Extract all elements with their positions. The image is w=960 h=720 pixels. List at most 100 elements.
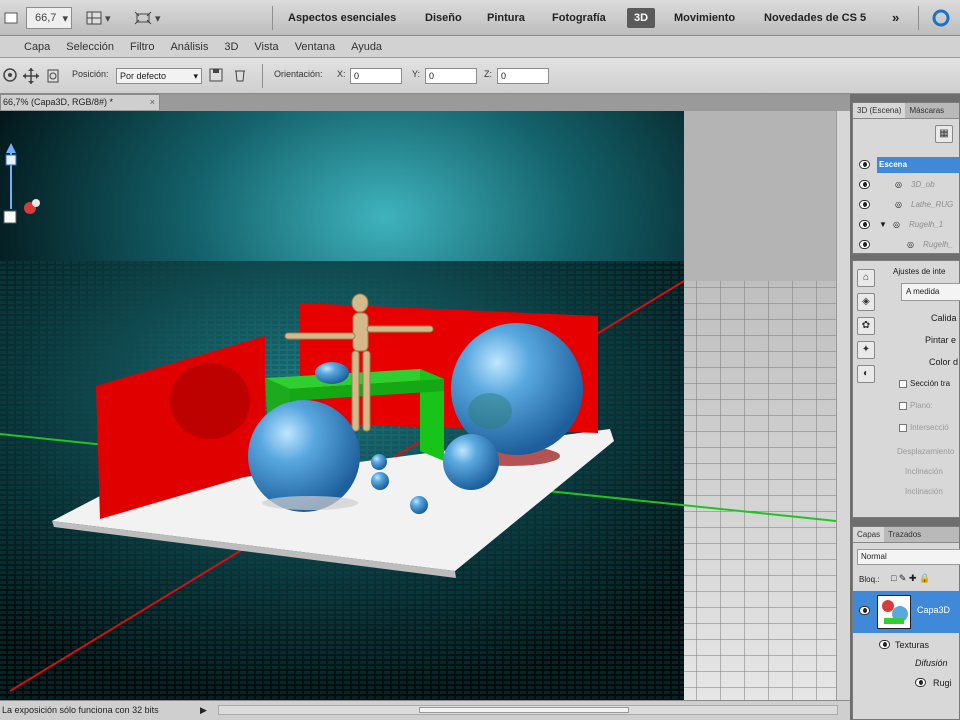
rotate-3d-icon[interactable] bbox=[2, 67, 18, 86]
lock-label: Bloq.: bbox=[859, 575, 880, 584]
filter-scene-button[interactable]: ▦ bbox=[935, 125, 953, 143]
delete-view-icon[interactable] bbox=[232, 67, 248, 86]
eye-icon[interactable] bbox=[859, 160, 870, 169]
preset-select[interactable]: Por defecto ▾ bbox=[116, 68, 202, 84]
x-field[interactable]: 0 bbox=[350, 68, 402, 84]
mesh-row[interactable]: ◎ Rugelh_ bbox=[853, 235, 960, 255]
chevron-down-icon: ▾ bbox=[155, 12, 161, 25]
tab-layers[interactable]: Capas bbox=[853, 527, 885, 542]
mesh-label: 3D_ob bbox=[911, 180, 935, 189]
eye-icon[interactable] bbox=[859, 180, 870, 189]
view-extras-button[interactable]: ▾ bbox=[86, 7, 111, 29]
canvas-3d-viewport[interactable]: vid bbox=[0, 111, 836, 700]
scene-label: Escena bbox=[877, 157, 960, 173]
save-view-icon[interactable] bbox=[208, 67, 224, 86]
chevron-down-icon: ▾ bbox=[62, 12, 68, 25]
canvas-vertical-scrollbar[interactable] bbox=[836, 111, 850, 700]
eye-icon[interactable] bbox=[859, 220, 870, 229]
document-tab[interactable]: 66,7% (Capa3D, RGB/8#) * × bbox=[0, 94, 160, 110]
menu-select[interactable]: Selección bbox=[58, 41, 122, 53]
y-label: Y: bbox=[412, 69, 421, 79]
chevron-down-icon: ▾ bbox=[193, 71, 198, 81]
mesh-label: Rugelh_1 bbox=[909, 220, 944, 229]
menu-layer[interactable]: Capa bbox=[0, 41, 58, 53]
screen-mode-icon bbox=[134, 11, 152, 25]
tab-masks[interactable]: Máscaras bbox=[905, 103, 948, 118]
diffuse-row[interactable]: Difusión bbox=[853, 653, 960, 673]
scrollbar-thumb[interactable] bbox=[419, 707, 629, 713]
paint-on-label: Pintar e bbox=[925, 335, 957, 345]
horizontal-scrollbar[interactable] bbox=[218, 705, 838, 715]
plane-checkbox[interactable]: Plano: bbox=[899, 401, 933, 410]
mesh-icon: ◎ bbox=[895, 200, 902, 209]
offset-label: Desplazamiento bbox=[897, 447, 955, 456]
menu-help[interactable]: Ayuda bbox=[343, 41, 390, 53]
preset-label: Posición: bbox=[72, 69, 109, 79]
menu-3d[interactable]: 3D bbox=[216, 41, 246, 53]
eye-icon[interactable] bbox=[859, 200, 870, 209]
eye-icon[interactable] bbox=[915, 678, 926, 687]
slide-3d-icon[interactable] bbox=[44, 67, 62, 88]
pan-3d-icon[interactable] bbox=[22, 67, 40, 88]
mesh-row[interactable]: ◎ 3D_ob bbox=[853, 175, 960, 195]
scene-3d-panel: 3D (Escena) Máscaras ▦ Escena ◎ 3D_ob ◎ … bbox=[852, 102, 960, 254]
texture-item-label: Rugi bbox=[933, 678, 952, 688]
workspace-design[interactable]: Diseño bbox=[418, 8, 469, 28]
scene-icon[interactable]: ⌂ bbox=[857, 269, 875, 287]
chevron-down-icon: ▾ bbox=[105, 12, 111, 25]
status-bar: La exposición sólo funciona con 32 bits … bbox=[0, 700, 850, 720]
arrange-icon[interactable] bbox=[4, 7, 18, 29]
workspace-photography[interactable]: Fotografía bbox=[545, 8, 613, 28]
z-field[interactable]: 0 bbox=[497, 68, 549, 84]
eye-icon[interactable] bbox=[859, 606, 870, 615]
zoom-level-select[interactable]: 66,7 ▾ bbox=[26, 7, 72, 29]
tilt-a-label: Inclinación bbox=[905, 467, 943, 476]
menu-analysis[interactable]: Análisis bbox=[162, 41, 216, 53]
menu-view[interactable]: Vista bbox=[246, 41, 286, 53]
light-icon[interactable]: ✦ bbox=[857, 341, 875, 359]
diffuse-label: Difusión bbox=[915, 658, 948, 668]
status-arrow-icon[interactable]: ▶ bbox=[200, 701, 207, 719]
orientation-label: Orientación: bbox=[274, 69, 323, 79]
close-icon[interactable]: × bbox=[150, 95, 155, 110]
textures-row[interactable]: Texturas bbox=[853, 635, 960, 655]
eye-icon[interactable] bbox=[859, 240, 870, 249]
eye-icon[interactable] bbox=[879, 640, 890, 649]
texture-item-row[interactable]: Rugi bbox=[853, 673, 960, 693]
render-preset-select[interactable]: A medida bbox=[901, 283, 960, 301]
cross-section-checkbox[interactable]: Sección tra bbox=[899, 379, 950, 388]
workspace-new-cs5[interactable]: Novedades de CS 5 bbox=[757, 8, 873, 28]
expand-triangle-icon[interactable]: ▼ bbox=[879, 215, 887, 235]
zoom-level-value: 66,7 bbox=[35, 12, 57, 24]
layers-panel: Capas Trazados Normal Bloq.: □ ✎ ✚ 🔒 Cap… bbox=[852, 526, 960, 720]
mesh-icon: ◎ bbox=[895, 180, 902, 189]
layer-thumbnail bbox=[877, 595, 911, 629]
layer-row-capa3d[interactable]: Capa3D bbox=[853, 591, 960, 633]
camera-icon[interactable]: ◐ bbox=[857, 365, 875, 383]
mesh-row[interactable]: ▼ ◎ Rugelh_1 bbox=[853, 215, 960, 235]
more-workspaces-button[interactable]: » bbox=[885, 8, 906, 28]
scene-row[interactable]: Escena bbox=[853, 155, 960, 175]
mesh-row[interactable]: ◎ Lathe_RUG bbox=[853, 195, 960, 215]
workspace-painting[interactable]: Pintura bbox=[480, 8, 532, 28]
cs-live-icon[interactable] bbox=[932, 7, 950, 29]
mesh-tool-icon[interactable]: ◈ bbox=[857, 293, 875, 311]
workspace-motion[interactable]: Movimiento bbox=[667, 8, 742, 28]
y-field[interactable]: 0 bbox=[425, 68, 477, 84]
menu-window[interactable]: Ventana bbox=[287, 41, 343, 53]
z-label: Z: bbox=[484, 69, 492, 79]
screen-mode-button[interactable]: ▾ bbox=[134, 7, 161, 29]
blend-mode-select[interactable]: Normal bbox=[857, 549, 960, 565]
intersection-checkbox[interactable]: Intersecció bbox=[899, 423, 949, 432]
mesh-icon: ◎ bbox=[893, 220, 900, 229]
tab-paths[interactable]: Trazados bbox=[884, 527, 925, 542]
tilt-b-label: Inclinación bbox=[905, 487, 943, 496]
lock-icons[interactable]: □ ✎ ✚ 🔒 bbox=[891, 573, 930, 584]
material-icon[interactable]: ✿ bbox=[857, 317, 875, 335]
workspace-3d[interactable]: 3D bbox=[627, 8, 656, 28]
mesh-label: Lathe_RUG bbox=[911, 200, 954, 209]
menu-filter[interactable]: Filtro bbox=[122, 41, 162, 53]
x-label: X: bbox=[337, 69, 346, 79]
tab-3d-scene[interactable]: 3D (Escena) bbox=[853, 103, 906, 118]
workspace-essentials[interactable]: Aspectos esenciales bbox=[281, 8, 403, 28]
